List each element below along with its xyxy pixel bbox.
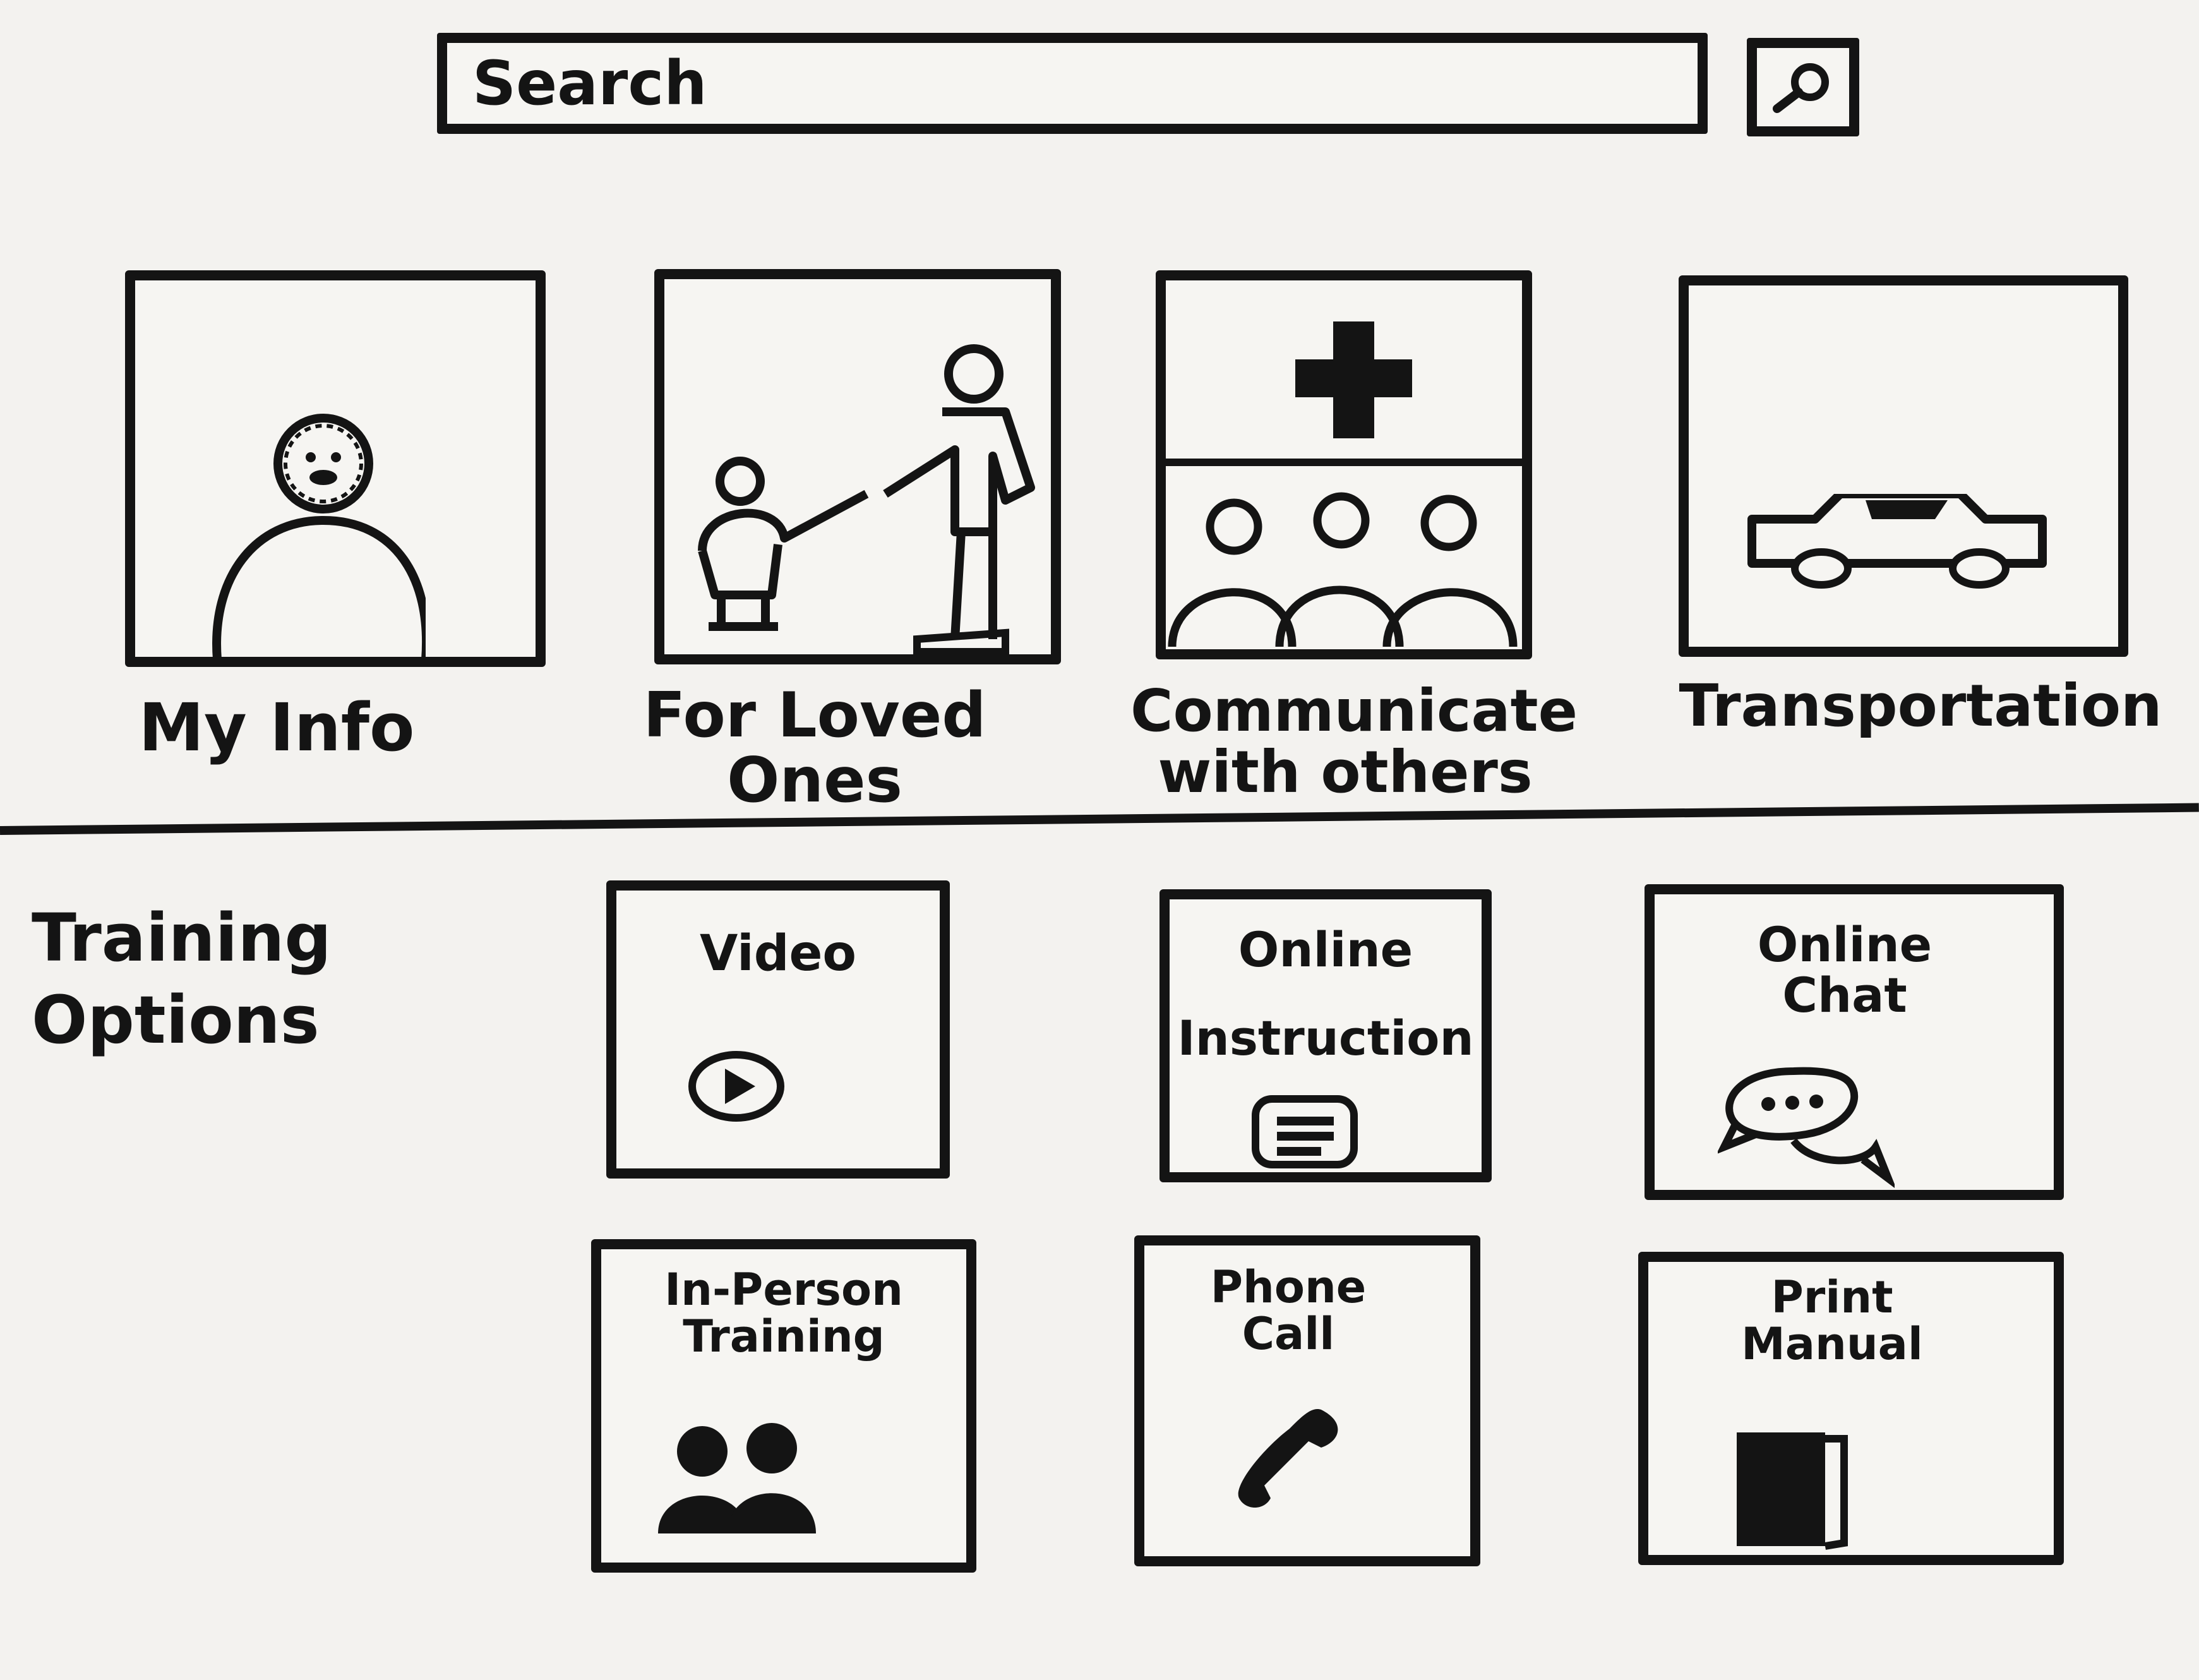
category-label-communicate[interactable]: Communicate with others bbox=[1130, 680, 1578, 803]
adult-child-icon bbox=[677, 342, 1056, 658]
medical-cross-icon bbox=[1292, 318, 1418, 445]
section-divider bbox=[0, 803, 2199, 835]
training-option-online-instruction[interactable]: Online Instruction bbox=[1159, 889, 1492, 1182]
category-tile-for-loved-ones[interactable] bbox=[654, 269, 1061, 664]
search-button[interactable] bbox=[1747, 38, 1859, 136]
group-icon bbox=[1166, 489, 1526, 653]
training-option-title: In-Person Training bbox=[664, 1264, 903, 1362]
chat-bubbles-icon bbox=[1718, 1065, 1895, 1191]
training-option-title: Online Chat bbox=[1757, 916, 1932, 1023]
training-options-heading: Training Options bbox=[32, 899, 332, 1059]
training-option-print-manual[interactable]: Print Manual bbox=[1638, 1252, 2064, 1565]
category-label-for-loved-ones[interactable]: For Loved Ones bbox=[638, 683, 992, 813]
training-option-in-person-training[interactable]: In-Person Training bbox=[591, 1239, 976, 1573]
training-option-title: Video bbox=[699, 925, 857, 982]
search-icon bbox=[1768, 57, 1838, 117]
search-input[interactable] bbox=[437, 33, 1708, 134]
category-tile-transportation[interactable] bbox=[1679, 275, 2128, 657]
phone-icon bbox=[1226, 1403, 1353, 1517]
category-label-transportation[interactable]: Transportation bbox=[1677, 675, 2164, 737]
book-icon bbox=[1730, 1426, 1857, 1552]
tile-divider bbox=[1166, 459, 1522, 466]
training-option-title: Phone Call bbox=[1210, 1261, 1367, 1360]
people-icon bbox=[652, 1420, 829, 1546]
car-icon bbox=[1746, 494, 2061, 595]
category-tile-my-info[interactable] bbox=[125, 270, 546, 667]
category-label-my-info[interactable]: My Info bbox=[93, 693, 460, 762]
play-icon bbox=[686, 1048, 787, 1124]
training-option-online-chat[interactable]: Online Chat bbox=[1645, 884, 2064, 1200]
category-tile-communicate[interactable] bbox=[1156, 270, 1532, 659]
training-option-title: Online Instruction bbox=[1177, 921, 1474, 1066]
training-option-phone-call[interactable]: Phone Call bbox=[1134, 1235, 1480, 1566]
training-option-title: Print Manual bbox=[1741, 1271, 1923, 1370]
training-option-video[interactable]: Video bbox=[606, 880, 950, 1179]
message-icon bbox=[1252, 1095, 1359, 1171]
person-icon bbox=[198, 413, 426, 666]
